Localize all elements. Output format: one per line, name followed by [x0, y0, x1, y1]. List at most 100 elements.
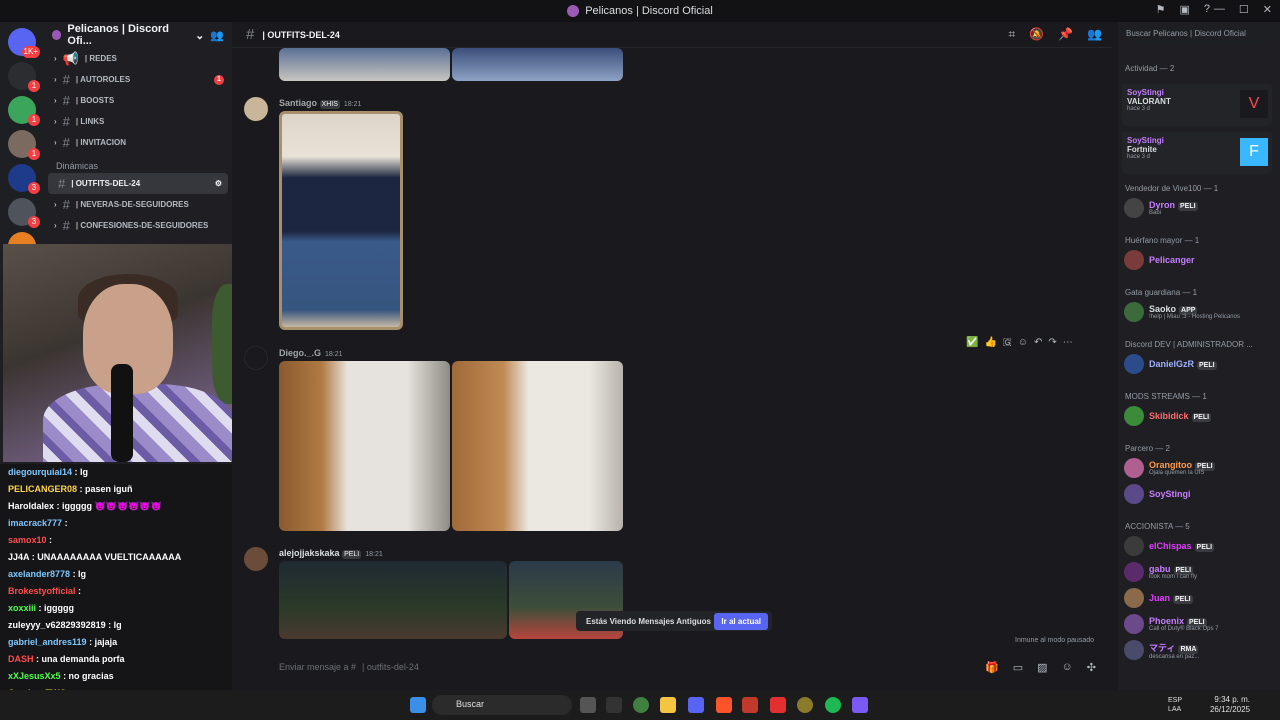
- member-item[interactable]: Pelicanger: [1124, 250, 1195, 270]
- message-author[interactable]: Santiago: [279, 98, 317, 108]
- attachment-image[interactable]: [279, 48, 450, 81]
- member-item[interactable]: Skibidick PELI: [1124, 406, 1212, 426]
- members-icon[interactable]: 👥: [1087, 27, 1102, 42]
- member-item[interactable]: マティ RMA descansa en paz...: [1124, 640, 1199, 660]
- jump-to-present-button[interactable]: Ir al actual: [714, 612, 768, 630]
- gift-icon[interactable]: 🎁: [985, 661, 999, 674]
- channel-item[interactable]: › # | AUTOROLES 1: [44, 69, 232, 90]
- channel-item[interactable]: › # | LINKS: [44, 111, 232, 132]
- role-tag: PELI: [1197, 361, 1217, 370]
- attachment-image[interactable]: [279, 111, 403, 330]
- member-item[interactable]: Phoenix PELI Call of Duty® Black Ops 7: [1124, 614, 1218, 634]
- thumbs-up-icon[interactable]: 👍: [984, 337, 996, 348]
- chat-message: : jajaja: [89, 637, 118, 647]
- member-item[interactable]: elChispas PELI: [1124, 536, 1215, 556]
- home-server-icon[interactable]: 1K+: [8, 28, 40, 58]
- help-icon[interactable]: ?: [1204, 3, 1210, 16]
- member-item[interactable]: gabu PELI look mom i can fly: [1124, 562, 1197, 582]
- brave-icon[interactable]: [716, 697, 732, 713]
- member-item[interactable]: SoyStingi: [1124, 484, 1191, 504]
- netflix-icon[interactable]: [742, 697, 758, 713]
- spotify-icon[interactable]: [825, 697, 841, 713]
- role-group-header: Discord DEV | ADMINISTRADOR ...: [1125, 340, 1253, 349]
- clock[interactable]: 9:34 p. m. 26/12/2025: [1210, 695, 1250, 715]
- pin-icon[interactable]: 📌: [1058, 27, 1073, 42]
- notion-icon[interactable]: [606, 697, 622, 713]
- channel-item[interactable]: › # | INVITACION: [44, 132, 232, 153]
- avatar[interactable]: [244, 547, 268, 571]
- maximize-icon[interactable]: ☐: [1239, 3, 1249, 16]
- start-icon[interactable]: [410, 697, 426, 713]
- app-icon[interactable]: [852, 697, 868, 713]
- composer-placeholder: Enviar mensaje a #: [279, 662, 357, 672]
- avatar[interactable]: [244, 97, 268, 121]
- role-group-header: MODS STREAMS — 1: [1125, 392, 1207, 401]
- chevron-right-icon: ›: [54, 221, 57, 230]
- gif-icon[interactable]: ▭: [1013, 661, 1023, 674]
- member-item[interactable]: Juan PELI: [1124, 588, 1193, 608]
- inbox-icon[interactable]: ⚑: [1156, 3, 1166, 16]
- reply-icon[interactable]: ↶: [1034, 337, 1042, 348]
- member-name: Juan: [1149, 593, 1171, 603]
- attachment-image[interactable]: [279, 361, 450, 531]
- member-item[interactable]: DanielGzR PELI: [1124, 354, 1217, 374]
- message-composer[interactable]: Enviar mensaje a # | outfits-del-24: [266, 655, 1110, 679]
- channel-item[interactable]: › 📢 | REDES: [44, 48, 232, 69]
- language-indicator[interactable]: ESP LAA: [1168, 696, 1182, 714]
- channel-item[interactable]: › # | NEVERAS-DE-SEGUIDORES: [44, 194, 232, 215]
- x-app-icon[interactable]: [770, 697, 786, 713]
- member-status: !help | Miau :3 - Hosting Pelicanos: [1149, 314, 1240, 320]
- guild-header[interactable]: Pelicanos | Discord Ofi... ⌄ 👥: [44, 22, 232, 48]
- attachment-image[interactable]: [452, 361, 623, 531]
- channel-item[interactable]: › # | BOOSTS: [44, 90, 232, 111]
- mute-icon[interactable]: 🔕: [1029, 27, 1044, 42]
- channel-item-active[interactable]: # | OUTFITS-DEL-24 ⚙: [48, 173, 228, 194]
- member-item[interactable]: Orangitoo PELI Ojala quemen la UIS: [1124, 458, 1215, 478]
- message-author[interactable]: alejojjakskaka: [279, 548, 340, 558]
- screen-icon[interactable]: ▣: [1179, 3, 1189, 16]
- channel-label: | CONFESIONES-DE-SEGUIDORES: [75, 221, 209, 230]
- sticker-icon[interactable]: ▨: [1037, 661, 1047, 674]
- threads-icon[interactable]: ⌗: [1008, 27, 1015, 42]
- attachment-image[interactable]: [279, 561, 507, 639]
- role-group-header: Gata guardiana — 1: [1125, 288, 1198, 297]
- chat-user: gabriel_andres119: [8, 637, 87, 647]
- close-icon[interactable]: ✕: [1263, 3, 1272, 16]
- more-icon[interactable]: ⋯: [1063, 337, 1073, 348]
- server-icon[interactable]: 1: [8, 130, 40, 160]
- member-item[interactable]: Saoko APP !help | Miau :3 - Hosting Pelica…: [1124, 302, 1240, 322]
- server-icon[interactable]: 3: [8, 198, 40, 228]
- member-item[interactable]: Dyron PELI Babi: [1124, 198, 1198, 218]
- chat-line: xXJesusXx5 : no gracias: [0, 668, 262, 685]
- discord-icon[interactable]: [688, 697, 704, 713]
- message-time: 18:21: [365, 551, 383, 558]
- minimize-icon[interactable]: —: [1214, 3, 1225, 16]
- folder-icon[interactable]: [660, 697, 676, 713]
- emoji-icon[interactable]: ☺: [1062, 661, 1073, 674]
- activity-card[interactable]: SoyStingi VALORANT hace 3 d V: [1122, 84, 1272, 126]
- category-header[interactable]: Dinámicas: [44, 153, 232, 173]
- chat-user: zuleyyy_v62829392819: [8, 620, 106, 630]
- obs-icon[interactable]: [797, 697, 813, 713]
- apps-icon[interactable]: ✣: [1087, 661, 1096, 674]
- server-icon[interactable]: 3: [8, 164, 40, 194]
- settings-icon[interactable]: ⚙: [215, 179, 222, 188]
- check-reaction-icon[interactable]: ✅: [966, 337, 978, 348]
- message-author[interactable]: Diego._.G: [279, 348, 321, 358]
- avatar[interactable]: [244, 346, 268, 370]
- hash-icon: #: [246, 26, 255, 43]
- add-member-icon[interactable]: 👥: [210, 29, 224, 42]
- guild-name: Pelicanos | Discord Ofi...: [67, 23, 169, 47]
- forward-icon[interactable]: ↷: [1048, 337, 1056, 348]
- g-reaction-icon[interactable]: 🇬: [1003, 337, 1012, 348]
- server-icon[interactable]: 1: [8, 62, 40, 92]
- attachment-image[interactable]: [452, 48, 623, 81]
- activity-card[interactable]: SoyStingi Fortnite hace 3 d F: [1122, 132, 1272, 174]
- taskbar-search[interactable]: Buscar: [432, 695, 572, 715]
- chrome-icon[interactable]: [633, 697, 649, 713]
- server-icon[interactable]: 1: [8, 96, 40, 126]
- add-reaction-icon[interactable]: ☺: [1018, 337, 1028, 348]
- search-input[interactable]: Buscar Pelicanos | Discord Oficial: [1122, 26, 1276, 43]
- task-view-icon[interactable]: [580, 697, 596, 713]
- channel-item[interactable]: › # | CONFESIONES-DE-SEGUIDORES: [44, 215, 232, 236]
